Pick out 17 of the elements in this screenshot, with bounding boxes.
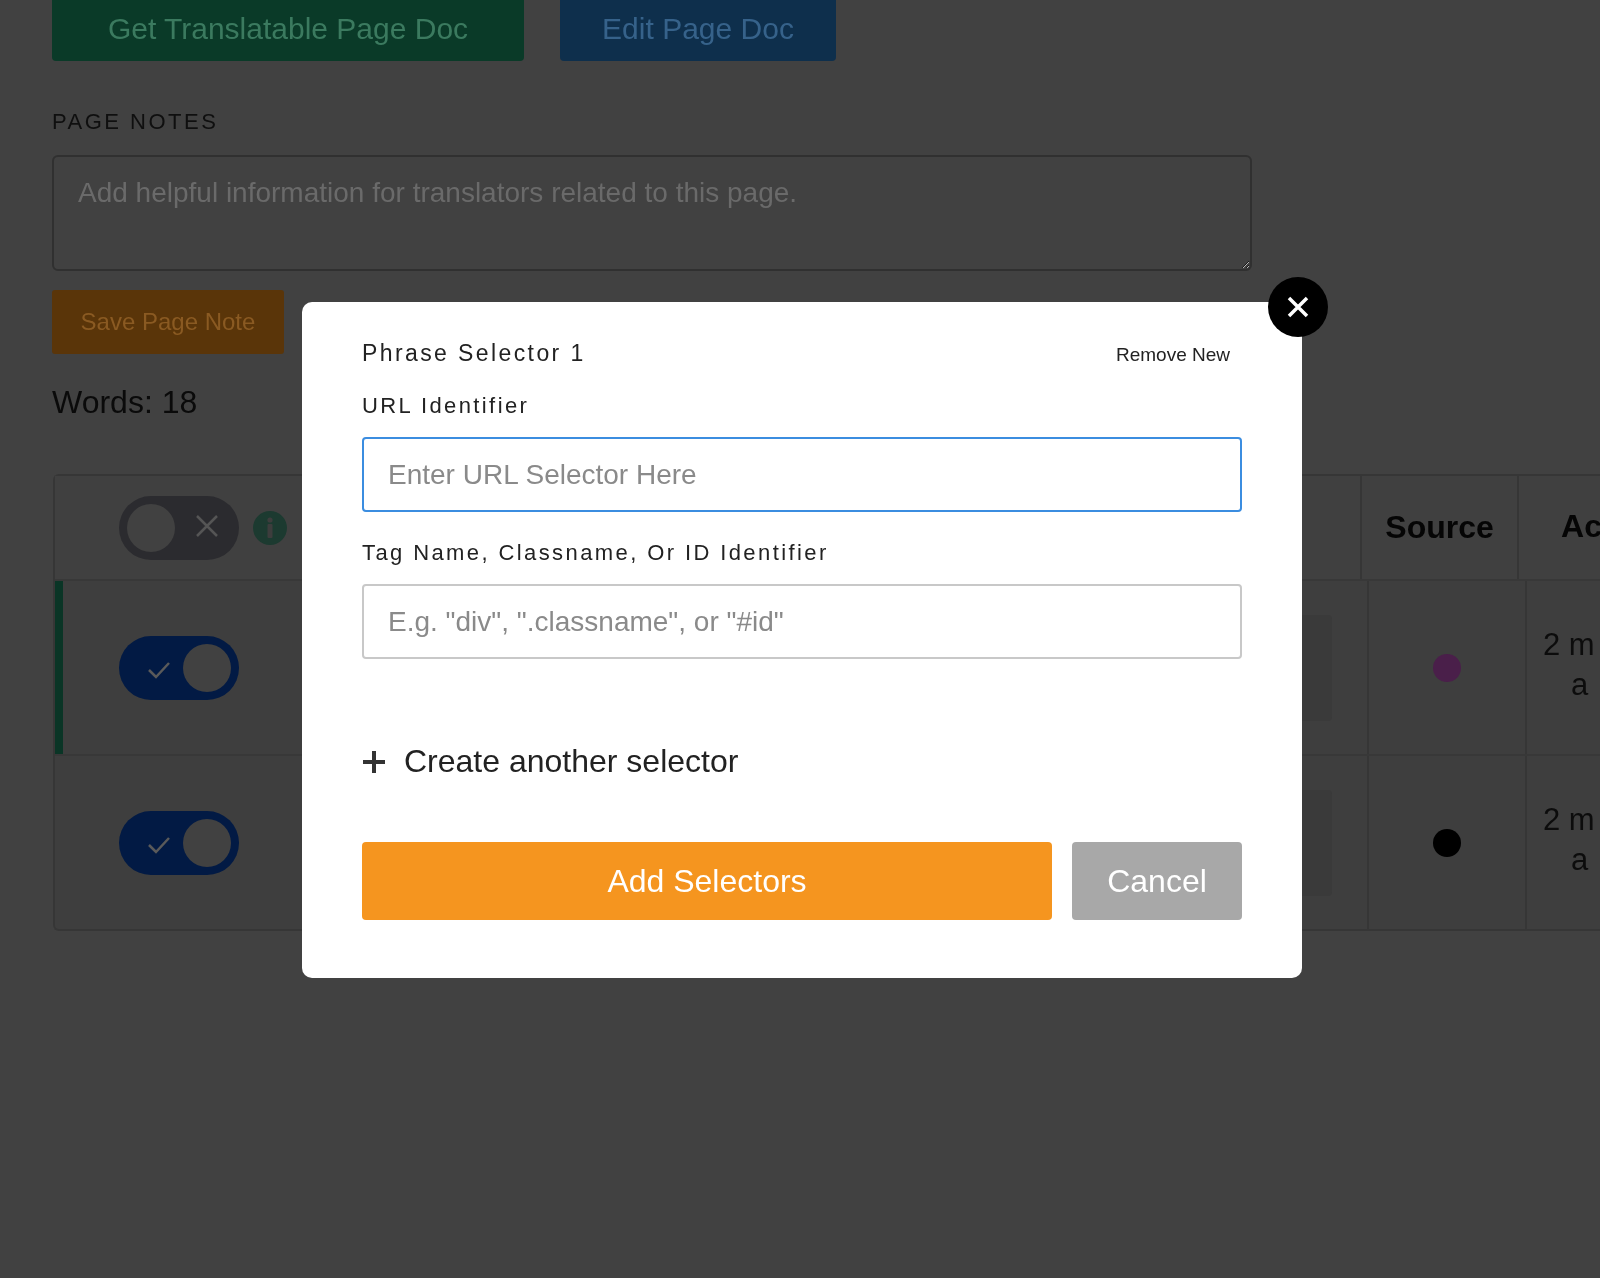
close-button[interactable] [1268,277,1328,337]
field-label: URL Identifier [362,393,531,419]
column-header: Source [1385,509,1494,546]
selector-field[interactable]: E.g. "div", ".classname", or "#id" [362,584,1242,659]
word-count: Words: 18 [52,384,198,421]
info-icon[interactable] [253,510,287,545]
toolbar-button[interactable]: Edit Page Doc [560,0,836,61]
url-field[interactable]: Enter URL Selector Here [362,437,1242,512]
cancel-button[interactable]: Cancel [1072,842,1242,920]
toolbar-button[interactable]: Get Translatable Page Doc [52,0,524,61]
plus-icon [362,749,386,774]
field-label: Tag Name, Classname, Or ID Identifier [362,540,830,566]
remove-link[interactable]: Remove New [1115,344,1230,366]
add-selectors-button[interactable]: Add Selectors [362,842,1052,920]
close-icon [1287,296,1309,318]
modal-title: Phrase Selector 1 [362,340,586,367]
create-selector-button[interactable]: Create another selector [362,743,739,780]
